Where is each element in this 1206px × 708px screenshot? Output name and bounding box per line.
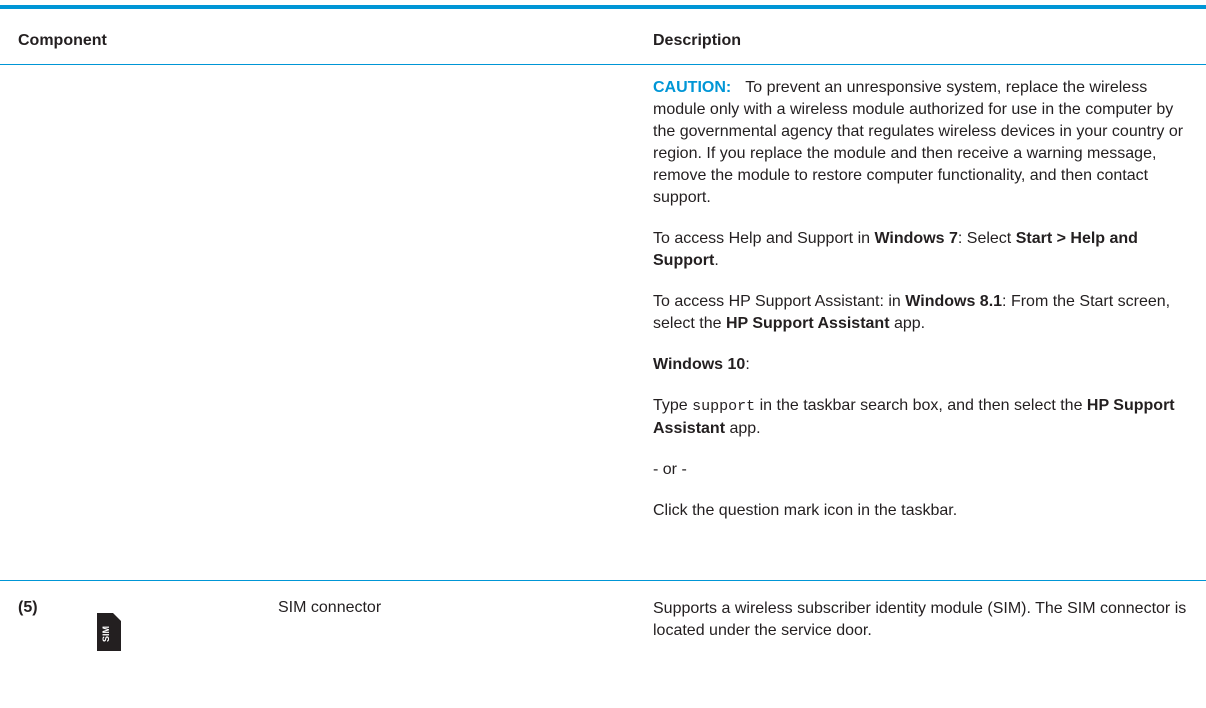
header-component: Component bbox=[18, 32, 107, 49]
win10-os: Windows 10 bbox=[653, 356, 746, 373]
table-top-rule bbox=[0, 5, 1206, 9]
row5-component-name: SIM connector bbox=[278, 599, 382, 616]
caution-note: CAUTION: To prevent an unresponsive syste… bbox=[653, 77, 1193, 209]
row5-number: (5) bbox=[18, 599, 38, 616]
win81-app: HP Support Assistant bbox=[725, 315, 890, 332]
win10-heading: Windows 10: bbox=[653, 354, 1193, 376]
header-rule bbox=[0, 64, 1206, 65]
win7-os: Windows 7 bbox=[874, 230, 958, 247]
or-separator: - or - bbox=[653, 461, 687, 478]
win7-mid: : Select bbox=[957, 230, 1016, 247]
manual-page: Component Description CAUTION: To prevent… bbox=[0, 0, 1206, 708]
win7-instructions: To access Help and Support in Windows 7:… bbox=[653, 228, 1193, 272]
win10-colon: : bbox=[745, 356, 750, 373]
win10-prefix: Type bbox=[653, 397, 693, 414]
win81-suffix: app. bbox=[889, 315, 926, 332]
caution-label: CAUTION: bbox=[653, 79, 732, 96]
win10-mid: in the taskbar search box, and then sele… bbox=[755, 397, 1087, 414]
question-mark-instruction: Click the question mark icon in the task… bbox=[653, 502, 958, 519]
win81-prefix: To access HP Support Assistant: in bbox=[653, 293, 906, 310]
sim-card-icon-label: SIM bbox=[101, 626, 111, 642]
win81-instructions: To access HP Support Assistant: in Windo… bbox=[653, 291, 1193, 335]
header-description: Description bbox=[653, 32, 742, 49]
win7-prefix: To access Help and Support in bbox=[653, 230, 875, 247]
win7-suffix: . bbox=[714, 252, 719, 269]
sim-card-icon: SIM bbox=[97, 613, 121, 651]
row-continuation-description: CAUTION: To prevent an unresponsive syste… bbox=[653, 77, 1193, 541]
win10-command: support bbox=[692, 398, 756, 415]
caution-text: To prevent an unresponsive system, repla… bbox=[653, 79, 1184, 206]
row-divider bbox=[0, 580, 1206, 581]
win81-os: Windows 8.1 bbox=[905, 293, 1003, 310]
win10-instructions: Type support in the taskbar search box, … bbox=[653, 395, 1193, 440]
row5-description: Supports a wireless subscriber identity … bbox=[653, 600, 1187, 639]
win10-suffix: app. bbox=[725, 420, 761, 437]
